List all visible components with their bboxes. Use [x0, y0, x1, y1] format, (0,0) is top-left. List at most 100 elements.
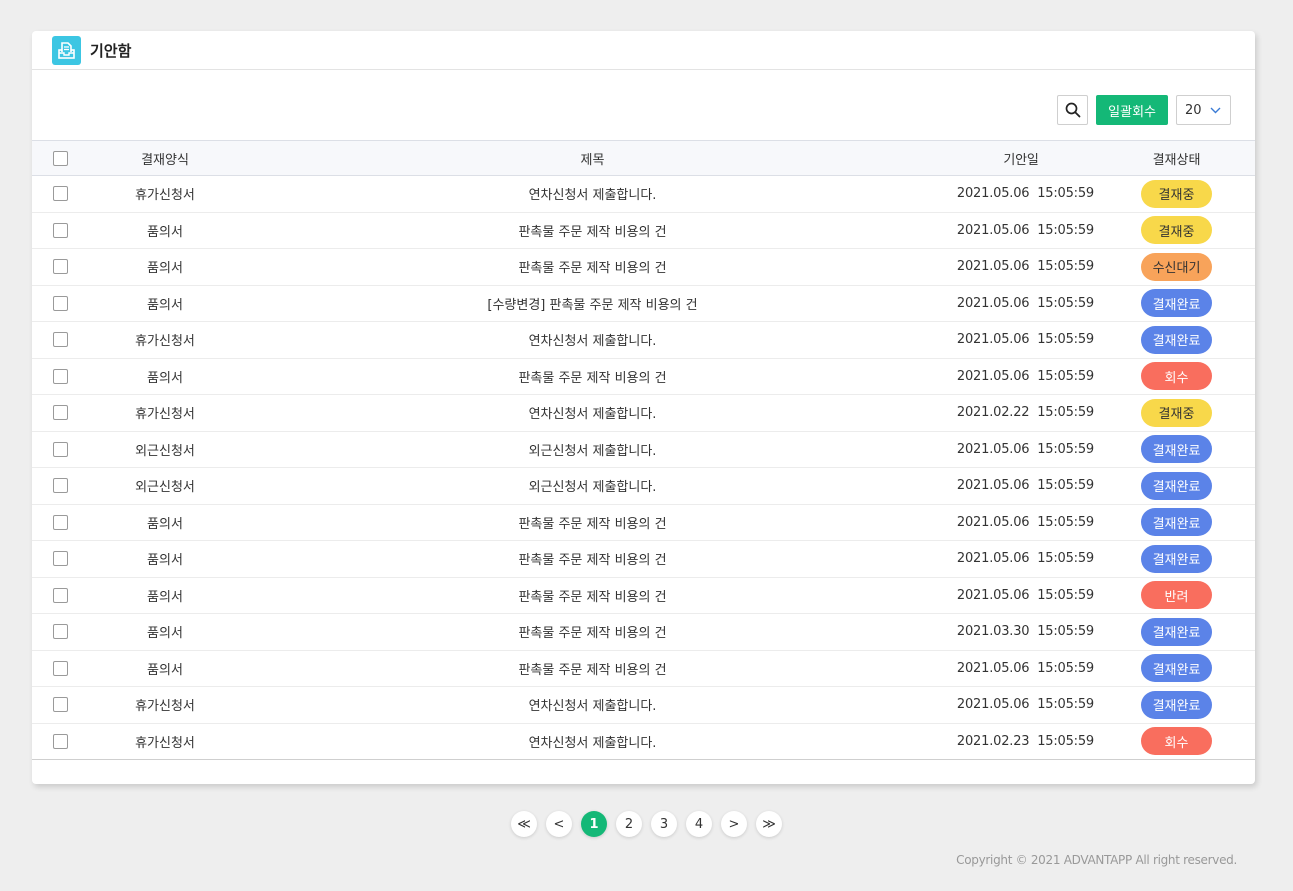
row-title[interactable]: 외근신청서 제출합니다.	[241, 440, 944, 459]
row-form: 외근신청서	[135, 443, 195, 459]
row-title[interactable]: [수량변경] 판촉물 주문 제작 비용의 건	[241, 294, 944, 313]
status-badge: 결재완료	[1141, 508, 1212, 537]
status-badge: 수신대기	[1141, 252, 1212, 281]
page-size-value: 20	[1185, 102, 1202, 118]
row-checkbox[interactable]	[53, 186, 68, 202]
row-title[interactable]: 연차신청서 제출합니다.	[241, 184, 944, 203]
row-form: 품의서	[147, 370, 183, 386]
row-checkbox[interactable]	[53, 624, 68, 640]
row-checkbox[interactable]	[53, 733, 68, 749]
page-button-3[interactable]: 3	[651, 811, 677, 837]
row-title[interactable]: 판촉물 주문 제작 비용의 건	[241, 221, 944, 240]
row-date: 2021.02.22 15:05:59	[956, 405, 1094, 421]
table-row[interactable]: 휴가신청서 연차신청서 제출합니다. 2021.05.06 15:05:59 결재중	[32, 176, 1255, 213]
row-form: 휴가신청서	[135, 699, 195, 715]
row-checkbox[interactable]	[53, 295, 68, 311]
row-title[interactable]: 판촉물 주문 제작 비용의 건	[241, 549, 944, 568]
row-title[interactable]: 판촉물 주문 제작 비용의 건	[241, 257, 944, 276]
table-row[interactable]: 외근신청서 외근신청서 제출합니다. 2021.05.06 15:05:59 결재완료	[32, 432, 1255, 468]
row-title[interactable]: 판촉물 주문 제작 비용의 건	[241, 586, 944, 605]
table-row[interactable]: 품의서 판촉물 주문 제작 비용의 건 2021.03.30 15:05:59 결재완…	[32, 614, 1255, 651]
search-button[interactable]	[1057, 95, 1089, 125]
row-checkbox[interactable]	[53, 259, 68, 275]
row-date: 2021.03.30 15:05:59	[956, 624, 1094, 640]
row-form: 휴가신청서	[135, 735, 195, 751]
row-form: 품의서	[147, 553, 183, 569]
row-checkbox[interactable]	[53, 551, 68, 567]
table-row[interactable]: 품의서 판촉물 주문 제작 비용의 건 2021.05.06 15:05:59 결재완…	[32, 505, 1255, 541]
table-row[interactable]: 휴가신청서 연차신청서 제출합니다. 2021.05.06 15:05:59 결재완료	[32, 322, 1255, 359]
row-title[interactable]: 판촉물 주문 제작 비용의 건	[241, 367, 944, 386]
column-header-form[interactable]: 결재양식	[89, 149, 241, 168]
chevron-down-icon	[1210, 107, 1221, 113]
row-title[interactable]: 연차신청서 제출합니다.	[241, 403, 944, 422]
row-title[interactable]: 연차신청서 제출합니다.	[241, 330, 944, 349]
row-checkbox[interactable]	[53, 697, 68, 713]
panel-header: 기안함	[32, 31, 1255, 70]
draft-table: 결재양식 제목 기안일 결재상태 휴가신청서 연차신청서 제출합니다. 2021.0…	[32, 140, 1255, 760]
row-form: 품의서	[147, 589, 183, 605]
row-date: 2021.02.23 15:05:59	[956, 733, 1094, 749]
row-checkbox[interactable]	[53, 660, 68, 676]
row-checkbox[interactable]	[53, 332, 68, 348]
column-header-title[interactable]: 제목	[241, 149, 944, 168]
row-date: 2021.05.06 15:05:59	[956, 186, 1094, 202]
status-badge: 결재완료	[1141, 289, 1212, 318]
table-row[interactable]: 외근신청서 외근신청서 제출합니다. 2021.05.06 15:05:59 결재완료	[32, 468, 1255, 505]
row-checkbox[interactable]	[53, 368, 68, 384]
table-row[interactable]: 휴가신청서 연차신청서 제출합니다. 2021.05.06 15:05:59 결재완료	[32, 687, 1255, 724]
row-form: 휴가신청서	[135, 188, 195, 204]
row-title[interactable]: 외근신청서 제출합니다.	[241, 476, 944, 495]
row-title[interactable]: 판촉물 주문 제작 비용의 건	[241, 622, 944, 641]
table-row[interactable]: 품의서 판촉물 주문 제작 비용의 건 2021.05.06 15:05:59 회수	[32, 359, 1255, 395]
page-button-4[interactable]: 4	[686, 811, 712, 837]
next-page-button[interactable]: >	[721, 811, 747, 837]
bulk-recall-button[interactable]: 일괄회수	[1096, 95, 1168, 125]
row-title[interactable]: 연차신청서 제출합니다.	[241, 732, 944, 751]
prev-page-button[interactable]: <	[546, 811, 572, 837]
page-title: 기안함	[90, 41, 132, 60]
table-row[interactable]: 품의서 판촉물 주문 제작 비용의 건 2021.05.06 15:05:59 결재중	[32, 213, 1255, 249]
row-checkbox[interactable]	[53, 222, 68, 238]
row-date: 2021.05.06 15:05:59	[956, 295, 1094, 311]
row-form: 외근신청서	[135, 480, 195, 496]
row-title[interactable]: 판촉물 주문 제작 비용의 건	[241, 513, 944, 532]
table-row[interactable]: 품의서 판촉물 주문 제작 비용의 건 2021.05.06 15:05:59 수신대…	[32, 249, 1255, 286]
row-date: 2021.05.06 15:05:59	[956, 368, 1094, 384]
status-badge: 회수	[1141, 362, 1212, 391]
page-button-1[interactable]: 1	[581, 811, 607, 837]
row-date: 2021.05.06 15:05:59	[956, 587, 1094, 603]
table-row[interactable]: 휴가신청서 연차신청서 제출합니다. 2021.02.22 15:05:59 결재중	[32, 395, 1255, 432]
table-row[interactable]: 품의서 판촉물 주문 제작 비용의 건 2021.05.06 15:05:59 반려	[32, 578, 1255, 614]
row-form: 품의서	[147, 261, 183, 277]
status-badge: 결재완료	[1141, 435, 1212, 464]
row-title[interactable]: 연차신청서 제출합니다.	[241, 695, 944, 714]
page-size-select[interactable]: 20	[1176, 95, 1231, 125]
table-header: 결재양식 제목 기안일 결재상태	[32, 140, 1255, 176]
table-row[interactable]: 휴가신청서 연차신청서 제출합니다. 2021.02.23 15:05:59 회수	[32, 724, 1255, 760]
first-page-button[interactable]: ≪	[511, 811, 537, 837]
row-checkbox[interactable]	[53, 587, 68, 603]
status-badge: 결재중	[1141, 216, 1212, 245]
column-header-status[interactable]: 결재상태	[1098, 149, 1255, 168]
select-all-checkbox[interactable]	[53, 150, 68, 166]
status-badge: 결재완료	[1141, 690, 1212, 719]
table-row[interactable]: 품의서 판촉물 주문 제작 비용의 건 2021.05.06 15:05:59 결재완…	[32, 541, 1255, 578]
row-checkbox[interactable]	[53, 514, 68, 530]
status-badge: 결재완료	[1141, 325, 1212, 354]
table-row[interactable]: 품의서 [수량변경] 판촉물 주문 제작 비용의 건 2021.05.06 15:0…	[32, 286, 1255, 322]
page-button-2[interactable]: 2	[616, 811, 642, 837]
row-title[interactable]: 판촉물 주문 제작 비용의 건	[241, 659, 944, 678]
row-date: 2021.05.06 15:05:59	[956, 697, 1094, 713]
row-checkbox[interactable]	[53, 405, 68, 421]
draft-box-panel: 기안함 일괄회수 20 결재양식 제목 기안일 결재상태 휴가신청서연차신청서 …	[32, 31, 1255, 784]
row-form: 품의서	[147, 297, 183, 313]
column-header-date[interactable]: 기안일	[944, 149, 1098, 168]
last-page-button[interactable]: ≫	[756, 811, 782, 837]
row-checkbox[interactable]	[53, 478, 68, 494]
row-form: 휴가신청서	[135, 407, 195, 423]
toolbar: 일괄회수 20	[1057, 95, 1231, 125]
row-checkbox[interactable]	[53, 441, 68, 457]
table-body: 휴가신청서 연차신청서 제출합니다. 2021.05.06 15:05:59 결재중 품…	[32, 176, 1255, 760]
table-row[interactable]: 품의서 판촉물 주문 제작 비용의 건 2021.05.06 15:05:59 결재완…	[32, 651, 1255, 687]
